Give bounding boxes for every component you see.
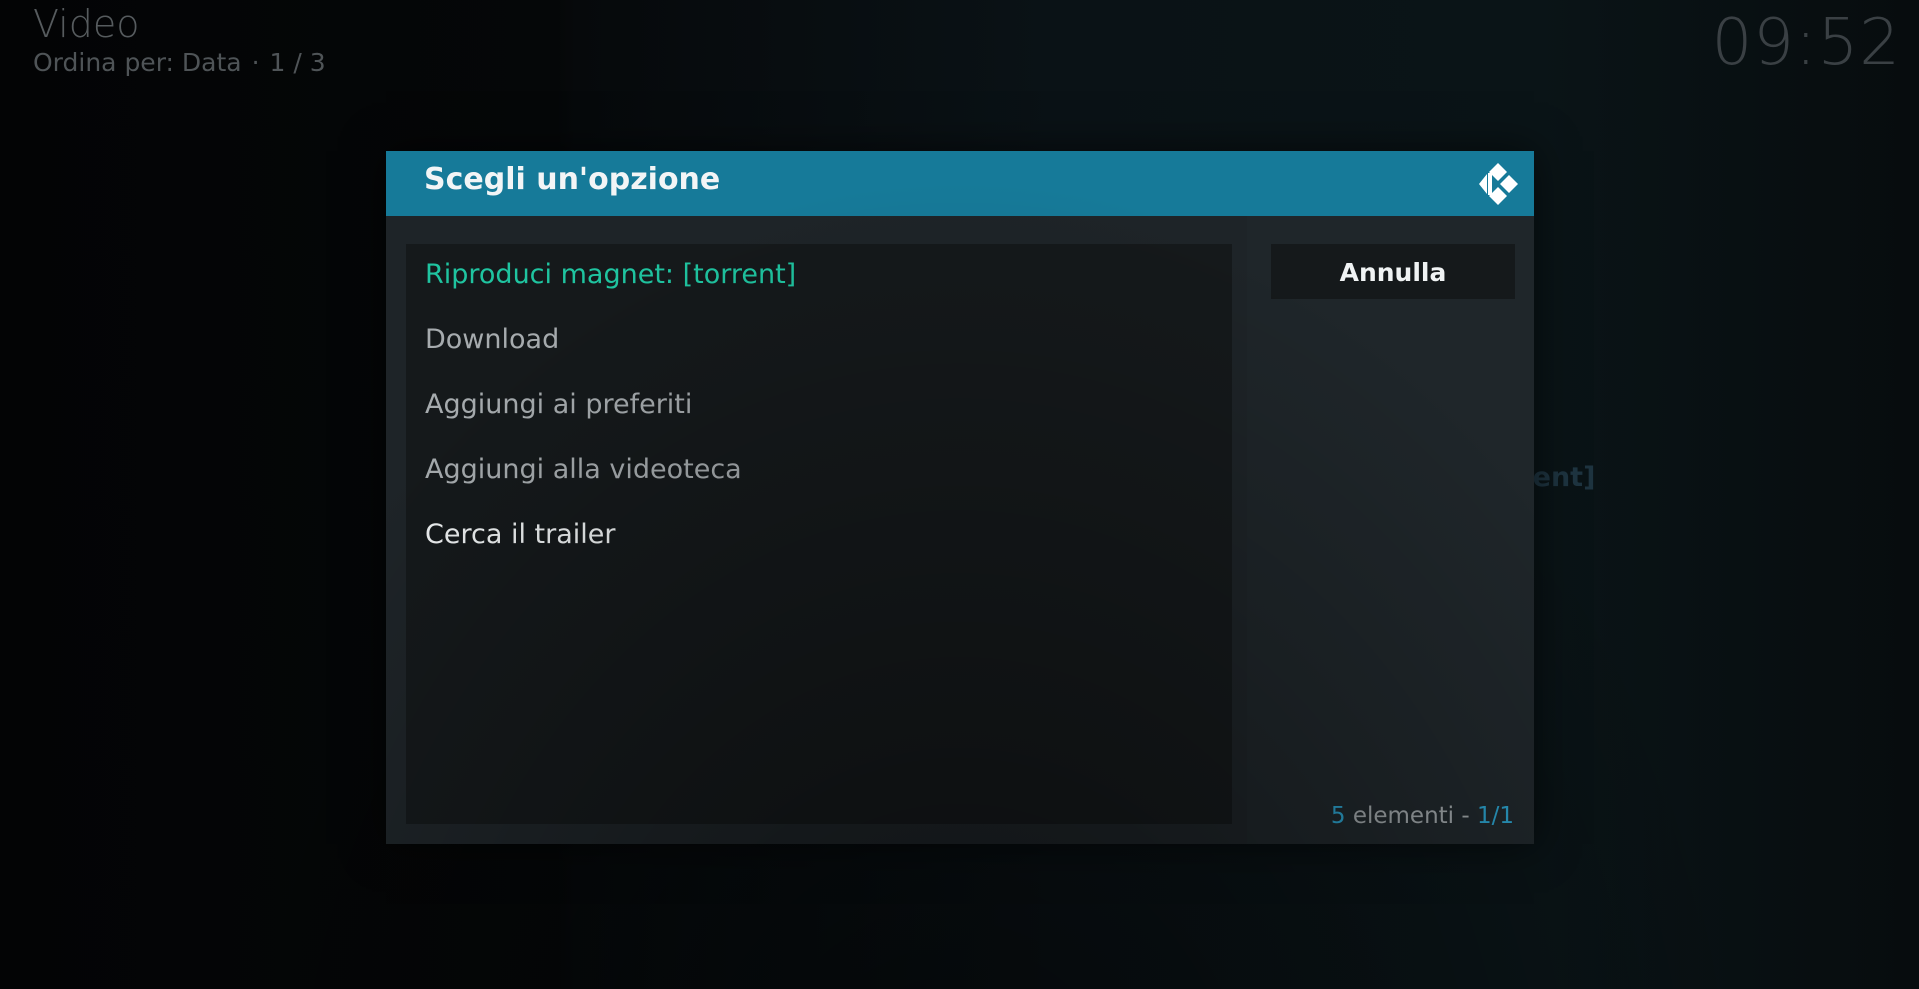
- page-title: Video: [33, 2, 140, 46]
- sort-info: Ordina per: Data · 1 / 3: [33, 48, 326, 77]
- options-list: Riproduci magnet: [torrent] Download Agg…: [406, 244, 1232, 824]
- page-indicator: 1 / 3: [269, 48, 326, 77]
- list-item-play-magnet[interactable]: Riproduci magnet: [torrent]: [425, 249, 1215, 301]
- list-item-add-favourites[interactable]: Aggiungi ai preferiti: [425, 379, 1215, 431]
- item-count: 5 elementi - 1/1: [1331, 803, 1514, 829]
- clock: 09:52: [1711, 6, 1901, 80]
- side-panel: [1247, 216, 1534, 844]
- kodi-screen: Video Ordina per: Data · 1 / 3 09:52 rrent…: [0, 0, 1919, 989]
- item-count-text: elementi -: [1345, 803, 1477, 829]
- list-item-download[interactable]: Download: [425, 314, 1215, 366]
- kodi-logo-icon: [1479, 163, 1518, 205]
- separator-dot: ·: [251, 48, 260, 77]
- sort-label: Ordina per: Data: [33, 48, 242, 77]
- list-item-add-library[interactable]: Aggiungi alla videoteca: [425, 444, 1215, 496]
- list-item-search-trailer[interactable]: Cerca il trailer: [425, 509, 1215, 561]
- cancel-button[interactable]: Annulla: [1271, 244, 1515, 299]
- item-count-number: 5: [1330, 803, 1346, 829]
- dialog-title: Scegli un'opzione: [424, 162, 721, 197]
- dialog-header: Scegli un'opzione: [386, 151, 1534, 216]
- item-count-page: 1/1: [1476, 803, 1514, 829]
- select-dialog: Scegli un'opzione Riproduci magnet: [tor…: [386, 151, 1534, 844]
